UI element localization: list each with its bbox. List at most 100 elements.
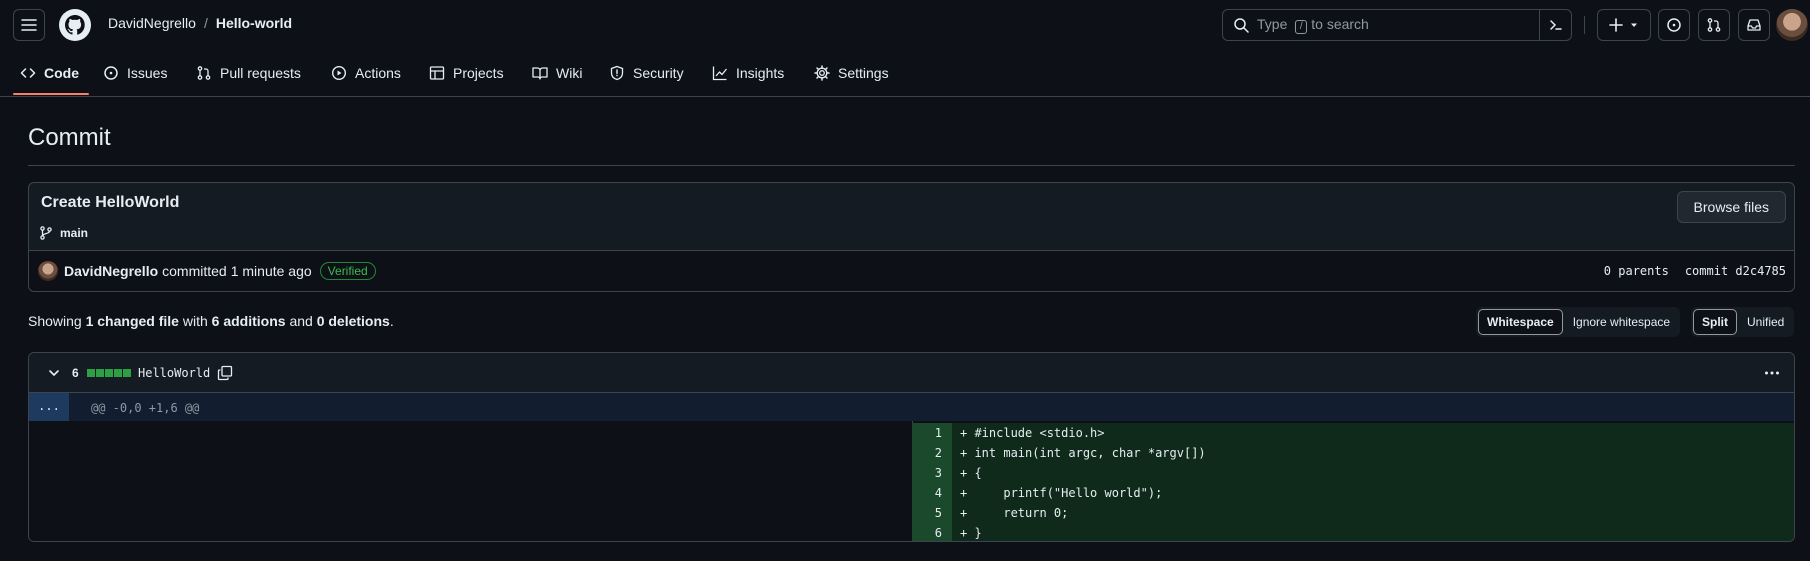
pull-request-icon [197, 66, 211, 80]
play-icon [331, 65, 347, 81]
commit-sha-line: commit d2c4785 [1684, 264, 1786, 278]
shield-icon [610, 65, 624, 81]
diff-summary: Showing 1 changed file with 6 additions … [28, 313, 394, 329]
pull-request-icon [1707, 18, 1721, 32]
code-line: + return 0; [952, 503, 1794, 523]
breadcrumb-owner[interactable]: DavidNegrello [108, 15, 196, 31]
inbox-button[interactable] [1738, 9, 1770, 41]
code-line: + printf("Hello world"); [952, 483, 1794, 503]
author-link[interactable]: DavidNegrello [64, 263, 158, 279]
code-line: + int main(int argc, char *argv[]) [952, 443, 1794, 463]
diffstat-block [96, 369, 104, 377]
command-palette-button[interactable] [1539, 10, 1571, 40]
title-divider [28, 165, 1795, 166]
tab-settings[interactable]: Settings [814, 60, 889, 86]
tab-label: Projects [453, 65, 504, 81]
unified-view-button[interactable]: Unified [1739, 309, 1792, 335]
line-number[interactable]: 2 [912, 443, 952, 463]
code-line: + #include <stdio.h> [952, 423, 1794, 443]
file-change-count: 6 [72, 366, 79, 380]
tab-wiki[interactable]: Wiki [532, 60, 582, 86]
tab-label: Actions [355, 65, 401, 81]
menu-button[interactable] [13, 9, 45, 41]
pull-requests-button[interactable] [1698, 9, 1730, 41]
diffstat-block [123, 369, 131, 377]
hunk-header: ... @@ -0,0 +1,6 @@ [29, 393, 1794, 421]
commit-message: Create HelloWorld [41, 194, 180, 211]
branch-name: main [60, 226, 89, 240]
breadcrumb-repo[interactable]: Hello-world [216, 15, 292, 31]
kebab-horizontal-icon[interactable] [1764, 365, 1780, 381]
commit-meta-bar: DavidNegrello committed 1 minute ago Ver… [29, 250, 1794, 291]
commit-branch[interactable]: main [38, 225, 88, 241]
chevron-down-icon[interactable] [47, 366, 61, 380]
tab-code[interactable]: Code [20, 60, 79, 86]
user-avatar[interactable] [1776, 9, 1808, 41]
inbox-icon [1747, 19, 1761, 31]
tab-issues[interactable]: Issues [103, 60, 167, 86]
gear-icon [814, 65, 830, 81]
breadcrumb: DavidNegrello / Hello-world [108, 15, 292, 31]
diffstat-block [114, 369, 122, 377]
file-diff: 6 HelloWorld ... @@ -0,0 +1,6 @@ 1 + #in… [28, 352, 1795, 542]
branch-icon [40, 226, 52, 240]
commit-action: committed [162, 263, 227, 279]
author-avatar[interactable] [38, 261, 58, 281]
line-number[interactable]: 5 [912, 503, 952, 523]
diffstat-bar [87, 369, 131, 377]
tab-actions[interactable]: Actions [331, 60, 401, 86]
diff-line: 1 + #include <stdio.h> [912, 423, 1794, 443]
create-new-button[interactable] [1597, 9, 1651, 41]
deletions-count: 0 deletions [316, 313, 390, 329]
file-name[interactable]: HelloWorld [138, 366, 210, 380]
ignore-whitespace-button[interactable]: Ignore whitespace [1565, 309, 1678, 335]
commit-time[interactable]: 1 minute ago [231, 263, 312, 279]
diff-line: 6 + } [912, 523, 1794, 541]
diff-line: 2 + int main(int argc, char *argv[]) [912, 443, 1794, 463]
tab-security[interactable]: Security [609, 60, 684, 86]
triangle-down-icon [1631, 23, 1637, 27]
tab-projects[interactable]: Projects [429, 60, 504, 86]
code-line: + { [952, 463, 1794, 483]
tab-insights[interactable]: Insights [712, 60, 784, 86]
whitespace-button[interactable]: Whitespace [1478, 309, 1563, 335]
line-number[interactable]: 6 [912, 523, 952, 541]
whitespace-toggle: Whitespace Ignore whitespace [1476, 307, 1681, 337]
search-input[interactable]: Type / to search [1222, 9, 1572, 41]
browse-files-button[interactable]: Browse files [1676, 191, 1786, 223]
changed-files-count: 1 changed file [85, 313, 179, 329]
slash-key-hint: / [1295, 20, 1308, 34]
line-number[interactable]: 1 [912, 423, 952, 443]
tab-label: Code [44, 65, 79, 81]
tab-label: Insights [736, 65, 785, 81]
table-icon [429, 66, 445, 80]
split-view-button[interactable]: Split [1693, 309, 1737, 335]
diff-line: 3 + { [912, 463, 1794, 483]
tab-label: Pull requests [220, 65, 301, 81]
copy-icon[interactable] [217, 365, 233, 381]
expand-hunk-button[interactable]: ... [29, 393, 69, 421]
file-header: 6 HelloWorld [29, 353, 1794, 393]
tab-label: Wiki [556, 65, 583, 81]
search-icon [1234, 18, 1249, 33]
repo-tabs: Code Issues Pull requests Actions Projec… [0, 50, 1810, 97]
line-number[interactable]: 3 [912, 463, 952, 483]
commit-sha[interactable]: d2c4785 [1735, 264, 1786, 278]
hunk-header-text: @@ -0,0 +1,6 @@ [91, 401, 200, 415]
tab-pull-requests[interactable]: Pull requests [196, 60, 301, 86]
line-number[interactable]: 4 [912, 483, 952, 503]
diff-right-pane: 1 + #include <stdio.h> 2 + int main(int … [912, 421, 1794, 541]
verified-badge[interactable]: Verified [319, 262, 376, 280]
issues-button[interactable] [1658, 9, 1690, 41]
diff-view-toggle: Split Unified [1691, 307, 1795, 337]
tab-label: Issues [127, 65, 168, 81]
diffstat-block [87, 369, 95, 377]
diff-line: 5 + return 0; [912, 503, 1794, 523]
graph-icon [712, 66, 728, 81]
global-header: DavidNegrello / Hello-world Type / to sea… [0, 0, 1810, 50]
diff-left-pane [29, 421, 912, 541]
commit-header-box: Create HelloWorld main Browse files Davi… [28, 182, 1795, 292]
tab-label: Settings [838, 65, 889, 81]
github-logo-icon[interactable] [59, 9, 91, 41]
plus-icon [1609, 18, 1623, 32]
